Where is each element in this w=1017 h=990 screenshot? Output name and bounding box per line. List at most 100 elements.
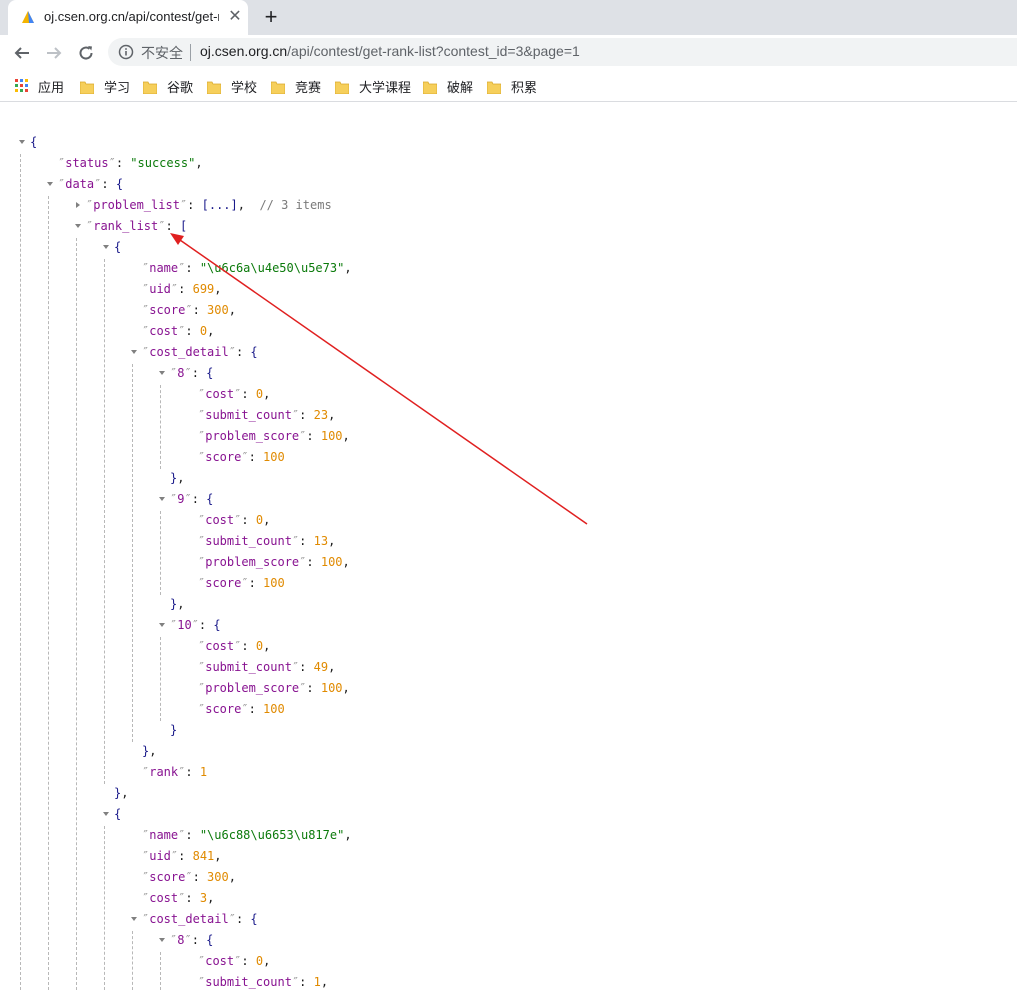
collapse-toggle-icon[interactable] <box>158 621 166 629</box>
indent-guide <box>160 637 161 721</box>
collapse-toggle-icon[interactable] <box>158 936 166 944</box>
url-text[interactable]: oj.csen.org.cn/api/contest/get-rank-list… <box>200 43 580 59</box>
apps-grid-icon <box>15 79 28 92</box>
json-punct: : <box>306 555 321 569</box>
json-bracket[interactable]: { <box>206 366 213 380</box>
collapse-toggle-icon[interactable] <box>130 348 138 356</box>
json-bracket[interactable]: { <box>213 618 220 632</box>
bookmark-folder-label: 大学课程 <box>359 80 412 95</box>
json-line: ″problem_score″: 100, <box>198 427 350 445</box>
json-punct: , <box>263 513 271 527</box>
json-punct: : <box>185 891 200 905</box>
indent-guide <box>104 826 105 990</box>
json-bracket[interactable]: { <box>30 135 37 149</box>
quote-mark: ″ <box>108 156 116 170</box>
json-number-value: 0 <box>255 513 264 527</box>
json-punct: : <box>241 639 256 653</box>
json-line: ″status″: "success", <box>58 154 203 172</box>
json-bracket[interactable]: { <box>116 177 123 191</box>
indent-guide <box>48 196 49 990</box>
json-punct: : <box>185 765 200 779</box>
quote-mark: ″ <box>184 366 192 380</box>
json-key: cost_detail <box>149 345 229 359</box>
json-punct: , <box>263 639 271 653</box>
json-line: ″cost″: 0, <box>198 511 270 529</box>
quote-mark: ″ <box>241 702 249 716</box>
bookmark-folder-school[interactable]: 学校 <box>207 77 257 95</box>
json-line: ″uid″: 699, <box>142 280 222 298</box>
indent-guide <box>160 511 161 595</box>
bookmark-folder-accumulate[interactable]: 积累 <box>487 77 537 95</box>
bookmark-folder-google[interactable]: 谷歌 <box>143 77 193 95</box>
collapse-toggle-icon[interactable] <box>158 369 166 377</box>
json-punct: : <box>185 261 200 275</box>
json-bracket[interactable]: { <box>206 933 213 947</box>
collapse-toggle-icon[interactable] <box>158 495 166 503</box>
folder-icon <box>207 81 221 94</box>
info-icon[interactable] <box>118 44 134 60</box>
json-key: cost <box>205 639 235 653</box>
json-line: { <box>30 133 37 151</box>
bookmark-folder-study[interactable]: 学习 <box>80 77 130 95</box>
back-arrow-icon <box>14 47 29 59</box>
json-string-value: "\u6c88\u6653\u817e" <box>199 828 345 842</box>
insecure-label[interactable]: 不安全 <box>141 43 183 63</box>
json-viewer: {″status″: "success", ″data″: {″problem_l… <box>0 103 1017 990</box>
json-bracket[interactable]: { <box>250 345 257 359</box>
json-punct: : <box>299 408 314 422</box>
json-punct: : <box>306 681 321 695</box>
quote-mark: ″ <box>228 912 236 926</box>
bookmark-folder-label: 积累 <box>511 80 538 95</box>
tab-close-icon[interactable]: ✕ <box>226 8 244 26</box>
collapse-toggle-icon[interactable] <box>18 138 26 146</box>
collapse-toggle-icon[interactable] <box>102 810 110 818</box>
collapse-toggle-icon[interactable] <box>102 243 110 251</box>
json-bracket[interactable]: { <box>250 912 257 926</box>
url-host: oj.csen.org.cn <box>200 43 288 59</box>
json-line: ″score″: 100 <box>198 574 285 592</box>
json-bracket[interactable]: [ <box>180 219 187 233</box>
json-punct: , <box>328 534 336 548</box>
bookmark-folder-crack[interactable]: 破解 <box>423 77 473 95</box>
json-line: ″cost″: 0, <box>198 385 270 403</box>
bookmark-apps[interactable]: 应用 <box>15 77 64 95</box>
json-punct: : <box>248 450 264 464</box>
forward-button[interactable] <box>40 39 68 67</box>
collapse-toggle-icon[interactable] <box>46 180 54 188</box>
json-key: score <box>205 576 242 590</box>
expand-toggle-icon[interactable] <box>74 201 82 209</box>
json-number-value: 1 <box>313 975 321 989</box>
json-punct: : <box>185 324 200 338</box>
json-bracket[interactable]: } <box>170 723 177 737</box>
indent-guide <box>20 154 21 990</box>
json-key: rank_list <box>93 219 159 233</box>
url-path: /api/contest/get-rank-list?contest_id=3&… <box>287 43 580 59</box>
bookmark-folder-contest[interactable]: 竞赛 <box>271 77 321 95</box>
json-bracket[interactable]: [...] <box>202 198 238 212</box>
json-number-value: 300 <box>207 303 229 317</box>
quote-mark: ″ <box>184 933 192 947</box>
json-number-value: 100 <box>320 555 343 569</box>
json-bracket[interactable]: { <box>114 240 121 254</box>
json-number-value: 100 <box>263 576 285 590</box>
json-bracket[interactable]: { <box>206 492 213 506</box>
json-punct: , <box>149 744 157 758</box>
browser-tab[interactable]: oj.csen.org.cn/api/contest/get-rank-list… <box>8 0 248 35</box>
json-line: ″data″: { <box>58 175 123 193</box>
json-key: submit_count <box>205 408 292 422</box>
collapse-toggle-icon[interactable] <box>74 222 82 230</box>
json-punct: , <box>228 870 236 884</box>
json-bracket[interactable]: { <box>114 807 121 821</box>
reload-button[interactable] <box>72 39 100 67</box>
indent-guide <box>160 952 161 990</box>
json-line: ″rank_list″: [ <box>86 217 187 235</box>
json-key: cost <box>205 387 235 401</box>
new-tab-button[interactable]: + <box>259 4 283 30</box>
json-punct: , <box>320 975 329 989</box>
json-punct: : <box>191 933 207 947</box>
back-button[interactable] <box>8 39 36 67</box>
json-key: status <box>65 156 109 170</box>
address-bar[interactable]: 不安全 oj.csen.org.cn/api/contest/get-rank-… <box>108 38 1017 66</box>
bookmark-folder-college-courses[interactable]: 大学课程 <box>335 77 411 95</box>
collapse-toggle-icon[interactable] <box>130 915 138 923</box>
